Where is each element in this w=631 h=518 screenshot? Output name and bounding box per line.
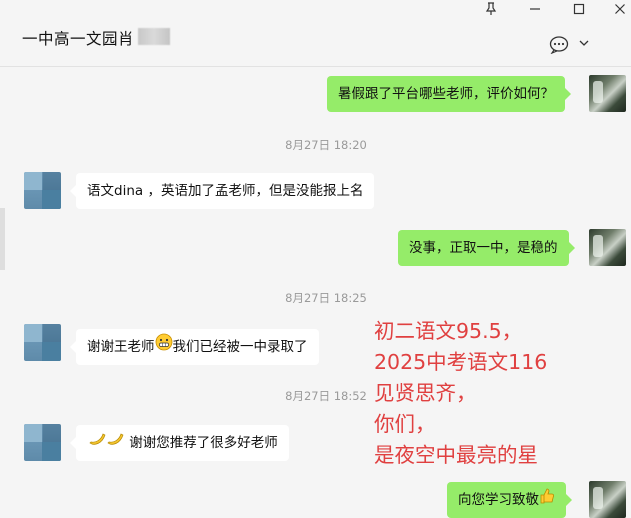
message-bubble-incoming[interactable]: 语文dina ，英语加了孟老师，但是没能报上名	[69, 173, 375, 209]
message-text: 语文dina ，英语加了孟老师，但是没能报上名	[87, 183, 364, 199]
message-bubble-outgoing[interactable]: 没事，正取一中，是稳的	[398, 230, 574, 266]
chat-header: 一中高一文园肖	[0, 0, 631, 67]
message-bubble-outgoing[interactable]: 向您学习致敬	[447, 482, 572, 518]
message-bubble-incoming[interactable]: 谢谢您推荐了很多好老师	[70, 425, 289, 461]
overlay-line: 2025中考语文116	[374, 350, 548, 374]
overlay-line: 初二语文95.5，	[374, 319, 523, 343]
chat-title: 一中高一文园肖	[22, 30, 135, 48]
message-bubble-outgoing[interactable]: 暑假跟了平台哪些老师，评价如何？	[327, 76, 571, 112]
scroll-edge	[0, 208, 5, 270]
timestamp: 8月27日 18:20	[285, 138, 367, 152]
thumbs-up-emoji	[539, 482, 555, 518]
avatar-self[interactable]	[589, 75, 626, 112]
overlay-line: 是夜空中最亮的星	[374, 443, 538, 467]
grin-emoji	[155, 329, 173, 365]
message-text: 没事，正取一中，是稳的	[409, 240, 558, 256]
message-text-before: 谢谢王老师	[87, 339, 155, 355]
message-text-after: 我们已经被一中录取了	[172, 339, 308, 355]
timestamp: 8月27日 18:25	[285, 291, 367, 305]
avatar-contact[interactable]	[24, 324, 61, 361]
maximize-icon[interactable]	[569, 2, 589, 22]
overlay-line: 见贤思齐，	[374, 381, 477, 405]
blurred-name	[138, 28, 170, 45]
chat-bubble-more-icon[interactable]	[549, 36, 569, 55]
chevron-down-icon[interactable]	[577, 35, 591, 51]
avatar-contact[interactable]	[24, 172, 61, 209]
close-icon[interactable]	[610, 2, 630, 22]
message-text: 向您学习致敬	[458, 492, 539, 508]
overlay-line: 你们，	[374, 412, 436, 436]
avatar-self[interactable]	[589, 481, 626, 518]
message-text: 谢谢您推荐了很多好老师	[129, 435, 278, 451]
banana-emoji	[87, 425, 125, 461]
pin-icon[interactable]	[481, 2, 501, 22]
avatar-contact[interactable]	[24, 424, 61, 461]
overlay-caption: 初二语文95.5， 2025中考语文116 见贤思齐， 你们， 是夜空中最亮的星	[374, 316, 547, 471]
avatar-self[interactable]	[589, 229, 626, 266]
message-bubble-incoming[interactable]: 谢谢王老师 我们已经被一中录取了	[70, 329, 319, 365]
minimize-icon[interactable]	[525, 2, 545, 22]
message-text: 暑假跟了平台哪些老师，评价如何？	[338, 86, 554, 102]
